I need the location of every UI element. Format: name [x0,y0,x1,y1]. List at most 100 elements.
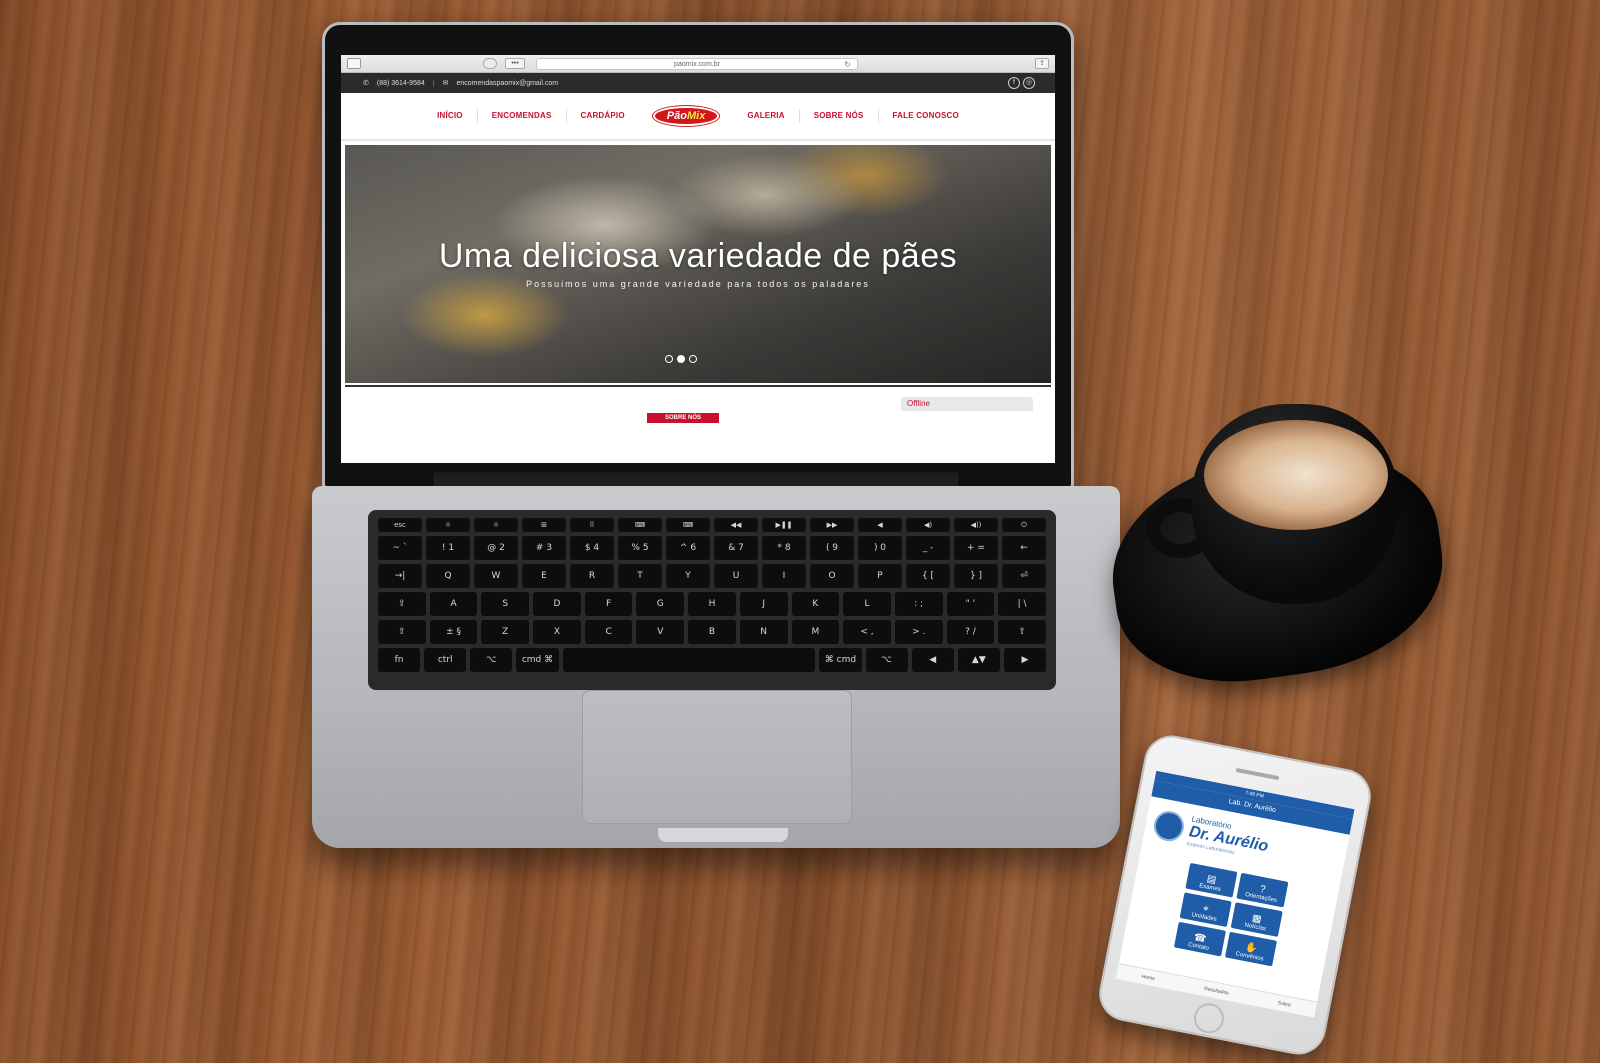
more-dots-button[interactable]: ••• [505,58,525,69]
nav-inicio[interactable]: INÍCIO [423,109,478,123]
key[interactable]: ▶ [1003,648,1047,672]
key[interactable]: ▲▼ [957,648,1000,672]
key[interactable]: ⌨ [666,518,710,532]
key[interactable]: ☼ [426,518,470,532]
key[interactable]: ⇧ [378,620,426,644]
key[interactable]: < , [843,620,891,644]
key[interactable]: ^ 6 [666,536,710,560]
key[interactable]: Z [481,620,530,644]
tile-exames[interactable]: ▤ Exames [1185,862,1238,898]
nav-cardapio[interactable]: CARDÁPIO [567,109,639,123]
key[interactable]: ◀ [858,518,902,532]
key[interactable]: ⌨ [618,518,662,532]
nav-encomendas[interactable]: ENCOMENDAS [478,109,567,123]
key[interactable]: > . [894,620,943,644]
key[interactable]: * 8 [762,536,806,560]
key[interactable]: H [688,592,736,616]
key[interactable]: M [791,620,840,644]
instagram-icon[interactable]: ◎ [1023,77,1035,89]
tile-convenios[interactable]: ✋ Convênios [1224,931,1278,967]
phone-home-button[interactable] [1191,1000,1227,1036]
key[interactable]: ctrl [424,648,467,672]
key[interactable]: ◀ [911,648,954,672]
key[interactable]: # 3 [522,536,566,560]
key[interactable]: ⇪ [378,592,426,616]
key[interactable]: ? / [946,620,995,644]
reload-icon[interactable]: ↻ [844,59,851,70]
tile-unidades[interactable]: ⌖ Unidades [1179,892,1232,928]
key[interactable]: ⌥ [865,648,908,672]
key[interactable]: & 7 [714,536,758,560]
key[interactable]: ◀) [906,518,950,532]
key[interactable]: ⠿ [570,518,614,532]
contact-phone[interactable]: (88) 3614-9584 [377,80,425,87]
key[interactable]: ◀)) [954,518,998,532]
tile-noticias[interactable]: ▦ Notícias [1230,902,1283,937]
key[interactable]: T [618,564,662,588]
extension-icon[interactable] [483,58,497,69]
key[interactable]: Q [426,564,470,588]
key[interactable]: $ 4 [570,536,614,560]
key[interactable]: } ] [954,564,998,588]
paomix-logo[interactable]: PãoMix [652,106,720,126]
key[interactable]: N [739,620,788,644]
tile-contato[interactable]: ☎ Contato [1173,921,1226,957]
key[interactable]: S [481,592,530,616]
nav-galeria[interactable]: GALERIA [733,109,800,123]
key[interactable]: : ; [894,592,943,616]
key[interactable]: C [584,620,633,644]
key[interactable]: W [474,564,518,588]
key[interactable]: ▶❚❚ [762,518,806,532]
key[interactable]: E [522,564,566,588]
key[interactable]: ⏎ [1002,564,1046,588]
key[interactable]: F [584,592,633,616]
tile-orientacoes[interactable]: ? Orientações [1236,872,1289,908]
key[interactable]: " ' [946,592,995,616]
facebook-icon[interactable]: f [1008,77,1020,89]
key[interactable]: →| [378,564,422,588]
key[interactable]: ⊞ [522,518,566,532]
key[interactable]: D [533,592,581,616]
key[interactable]: K [791,592,840,616]
key[interactable]: ~ ` [378,536,422,560]
key[interactable]: | \ [998,592,1046,616]
key[interactable]: X [533,620,581,644]
key[interactable]: cmd ⌘ [516,648,559,672]
slider-dot-1[interactable] [665,355,673,363]
key[interactable]: P [858,564,902,588]
address-bar[interactable]: paomix.com.br ↻ [536,58,858,70]
key[interactable]: ⌘ cmd [819,648,862,672]
key[interactable] [562,648,816,672]
key[interactable]: G [636,592,685,616]
share-icon[interactable]: ⇪ [1035,58,1049,69]
key[interactable]: _ - [906,536,950,560]
chat-widget[interactable]: Offline [901,397,1033,411]
key[interactable]: I [762,564,806,588]
contact-email[interactable]: encomendaspaomix@gmail.com [456,80,558,87]
nav-sobre-nos[interactable]: SOBRE NÓS [800,109,879,123]
tab-sobre[interactable]: Sobre [1277,1000,1291,1008]
key[interactable]: % 5 [618,536,662,560]
key[interactable]: ) 0 [858,536,902,560]
key[interactable]: Y [666,564,710,588]
sidebar-toggle-icon[interactable] [347,58,361,69]
tab-resultados[interactable]: Resultados [1204,985,1230,996]
key[interactable]: ← [1002,536,1046,560]
key[interactable]: @ 2 [474,536,518,560]
slider-dot-3[interactable] [689,355,697,363]
key[interactable]: ▶▶ [810,518,854,532]
tab-home[interactable]: Home [1141,973,1155,981]
key[interactable]: ◀◀ [714,518,758,532]
key[interactable]: R [570,564,614,588]
key[interactable]: + = [954,536,998,560]
key[interactable]: U [714,564,758,588]
key[interactable]: ☼ [474,518,518,532]
key[interactable]: O [810,564,854,588]
key[interactable]: ⇧ [998,620,1046,644]
key[interactable]: ( 9 [810,536,854,560]
key[interactable]: ± § [429,620,478,644]
key[interactable]: { [ [906,564,950,588]
key[interactable]: J [739,592,788,616]
nav-fale-conosco[interactable]: FALE CONOSCO [879,109,973,123]
slider-dot-2[interactable] [677,355,685,363]
